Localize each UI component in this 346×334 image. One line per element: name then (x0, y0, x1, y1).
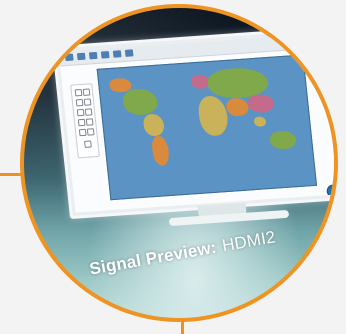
toolbar-button[interactable] (64, 53, 74, 62)
redo-tool-icon[interactable] (86, 128, 95, 136)
map-region (150, 135, 171, 167)
map-region (122, 87, 159, 117)
undo-tool-icon[interactable] (78, 128, 87, 137)
toolbar-button[interactable] (76, 52, 86, 61)
world-map-icon (96, 54, 318, 201)
toolbar-button[interactable] (88, 51, 98, 60)
map-region (225, 97, 250, 117)
pen-tool-icon[interactable] (74, 89, 83, 97)
text-tool-icon[interactable] (84, 108, 93, 116)
monitor-screen (58, 31, 334, 213)
map-region (253, 116, 267, 128)
map-region (197, 95, 230, 137)
toolbar-button[interactable] (100, 51, 110, 59)
status-dot-icon (302, 254, 308, 260)
shape-tool-icon[interactable] (76, 108, 85, 117)
drawing-tool-panel (70, 83, 100, 159)
preview-lens: Signal Preview: HDMI2 (20, 4, 338, 322)
zoom-button-icon[interactable] (326, 184, 334, 199)
brush-tool-icon[interactable] (82, 88, 91, 96)
map-region (247, 93, 276, 114)
monitor-bezel (52, 24, 334, 220)
toolbar-button[interactable] (112, 50, 122, 58)
external-monitor (52, 24, 334, 227)
line-tool-icon[interactable] (83, 98, 92, 106)
select-tool-icon[interactable] (77, 118, 86, 127)
map-region (269, 130, 298, 150)
color-tool-icon[interactable] (85, 118, 94, 126)
toolbar-button[interactable] (124, 49, 134, 57)
clear-tool-icon[interactable] (84, 140, 92, 148)
eraser-tool-icon[interactable] (75, 98, 84, 107)
map-region (142, 113, 165, 137)
